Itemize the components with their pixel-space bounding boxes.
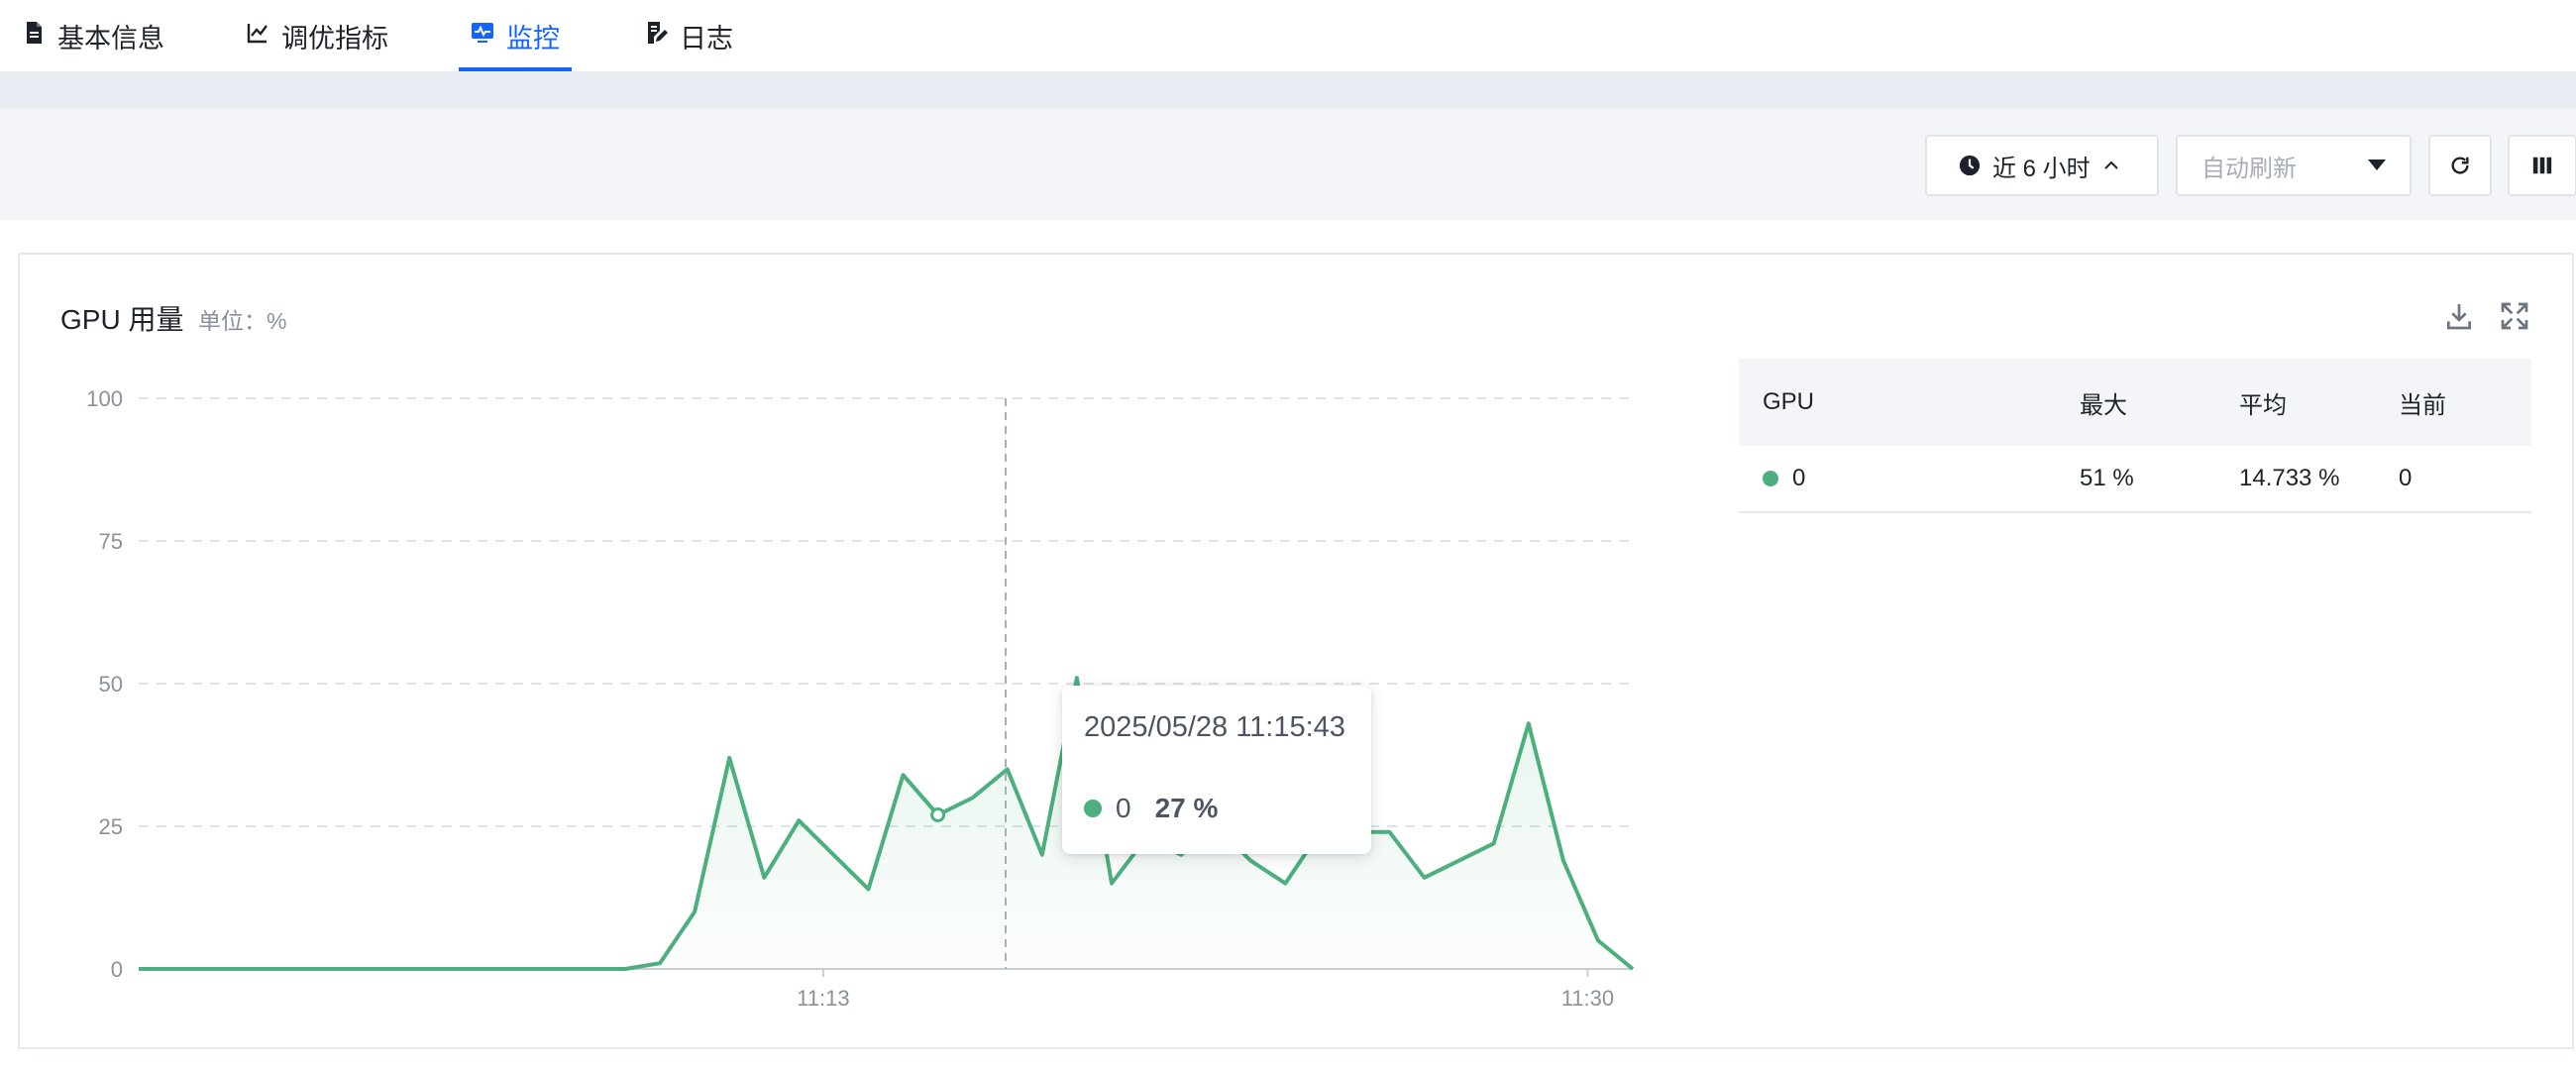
y-tick-label: 50 xyxy=(99,672,123,697)
data-point xyxy=(518,966,524,972)
data-point xyxy=(830,852,836,858)
tooltip-row: 0 27 % xyxy=(1084,793,1218,824)
data-point xyxy=(1630,966,1636,972)
data-point xyxy=(726,755,732,761)
data-point xyxy=(622,966,628,972)
data-point xyxy=(553,966,559,972)
data-point xyxy=(274,966,280,972)
data-point xyxy=(449,966,455,972)
data-point xyxy=(378,966,384,972)
data-point xyxy=(1109,881,1115,887)
data-point xyxy=(1560,858,1566,864)
data-point xyxy=(657,960,663,966)
y-tick-label: 100 xyxy=(86,386,123,411)
tooltip-value: 27 % xyxy=(1154,793,1219,823)
data-point xyxy=(170,966,176,972)
y-tick-label: 75 xyxy=(99,529,123,554)
data-point xyxy=(970,795,976,801)
data-point xyxy=(1422,875,1428,881)
data-point xyxy=(935,811,941,817)
data-point xyxy=(1387,829,1393,835)
data-point xyxy=(761,875,767,881)
gpu-usage-chart[interactable]: 0 25 50 75 100 11:13 11:30 xyxy=(0,0,2576,1072)
data-point xyxy=(1526,720,1532,726)
data-point xyxy=(1282,881,1288,887)
series-area xyxy=(139,678,1633,969)
data-point xyxy=(309,966,315,972)
chart-tooltip: 2025/05/28 11:15:43 0 27 % xyxy=(1062,686,1371,854)
data-point xyxy=(136,966,142,972)
data-point xyxy=(1074,675,1080,681)
data-point xyxy=(344,966,350,972)
data-point xyxy=(692,909,698,914)
data-point xyxy=(865,886,871,892)
data-point xyxy=(1456,858,1462,864)
data-point xyxy=(414,966,420,972)
data-point xyxy=(240,966,246,972)
tooltip-series-name: 0 xyxy=(1116,793,1131,823)
data-point xyxy=(588,966,593,972)
data-point xyxy=(901,772,907,778)
x-tick-label: 11:13 xyxy=(797,986,849,1011)
data-point xyxy=(1247,858,1253,864)
data-point xyxy=(1005,766,1011,772)
data-point xyxy=(205,966,211,972)
y-tick-label: 0 xyxy=(111,957,123,982)
data-point xyxy=(796,817,802,823)
tooltip-time: 2025/05/28 11:15:43 xyxy=(1084,711,1345,743)
data-point xyxy=(1039,852,1045,858)
tooltip-series-dot xyxy=(1084,800,1102,817)
x-tick-label: 11:30 xyxy=(1561,986,1614,1011)
data-point xyxy=(1595,937,1601,943)
data-point xyxy=(1491,840,1497,846)
y-tick-label: 25 xyxy=(99,814,123,839)
data-point xyxy=(483,966,489,972)
